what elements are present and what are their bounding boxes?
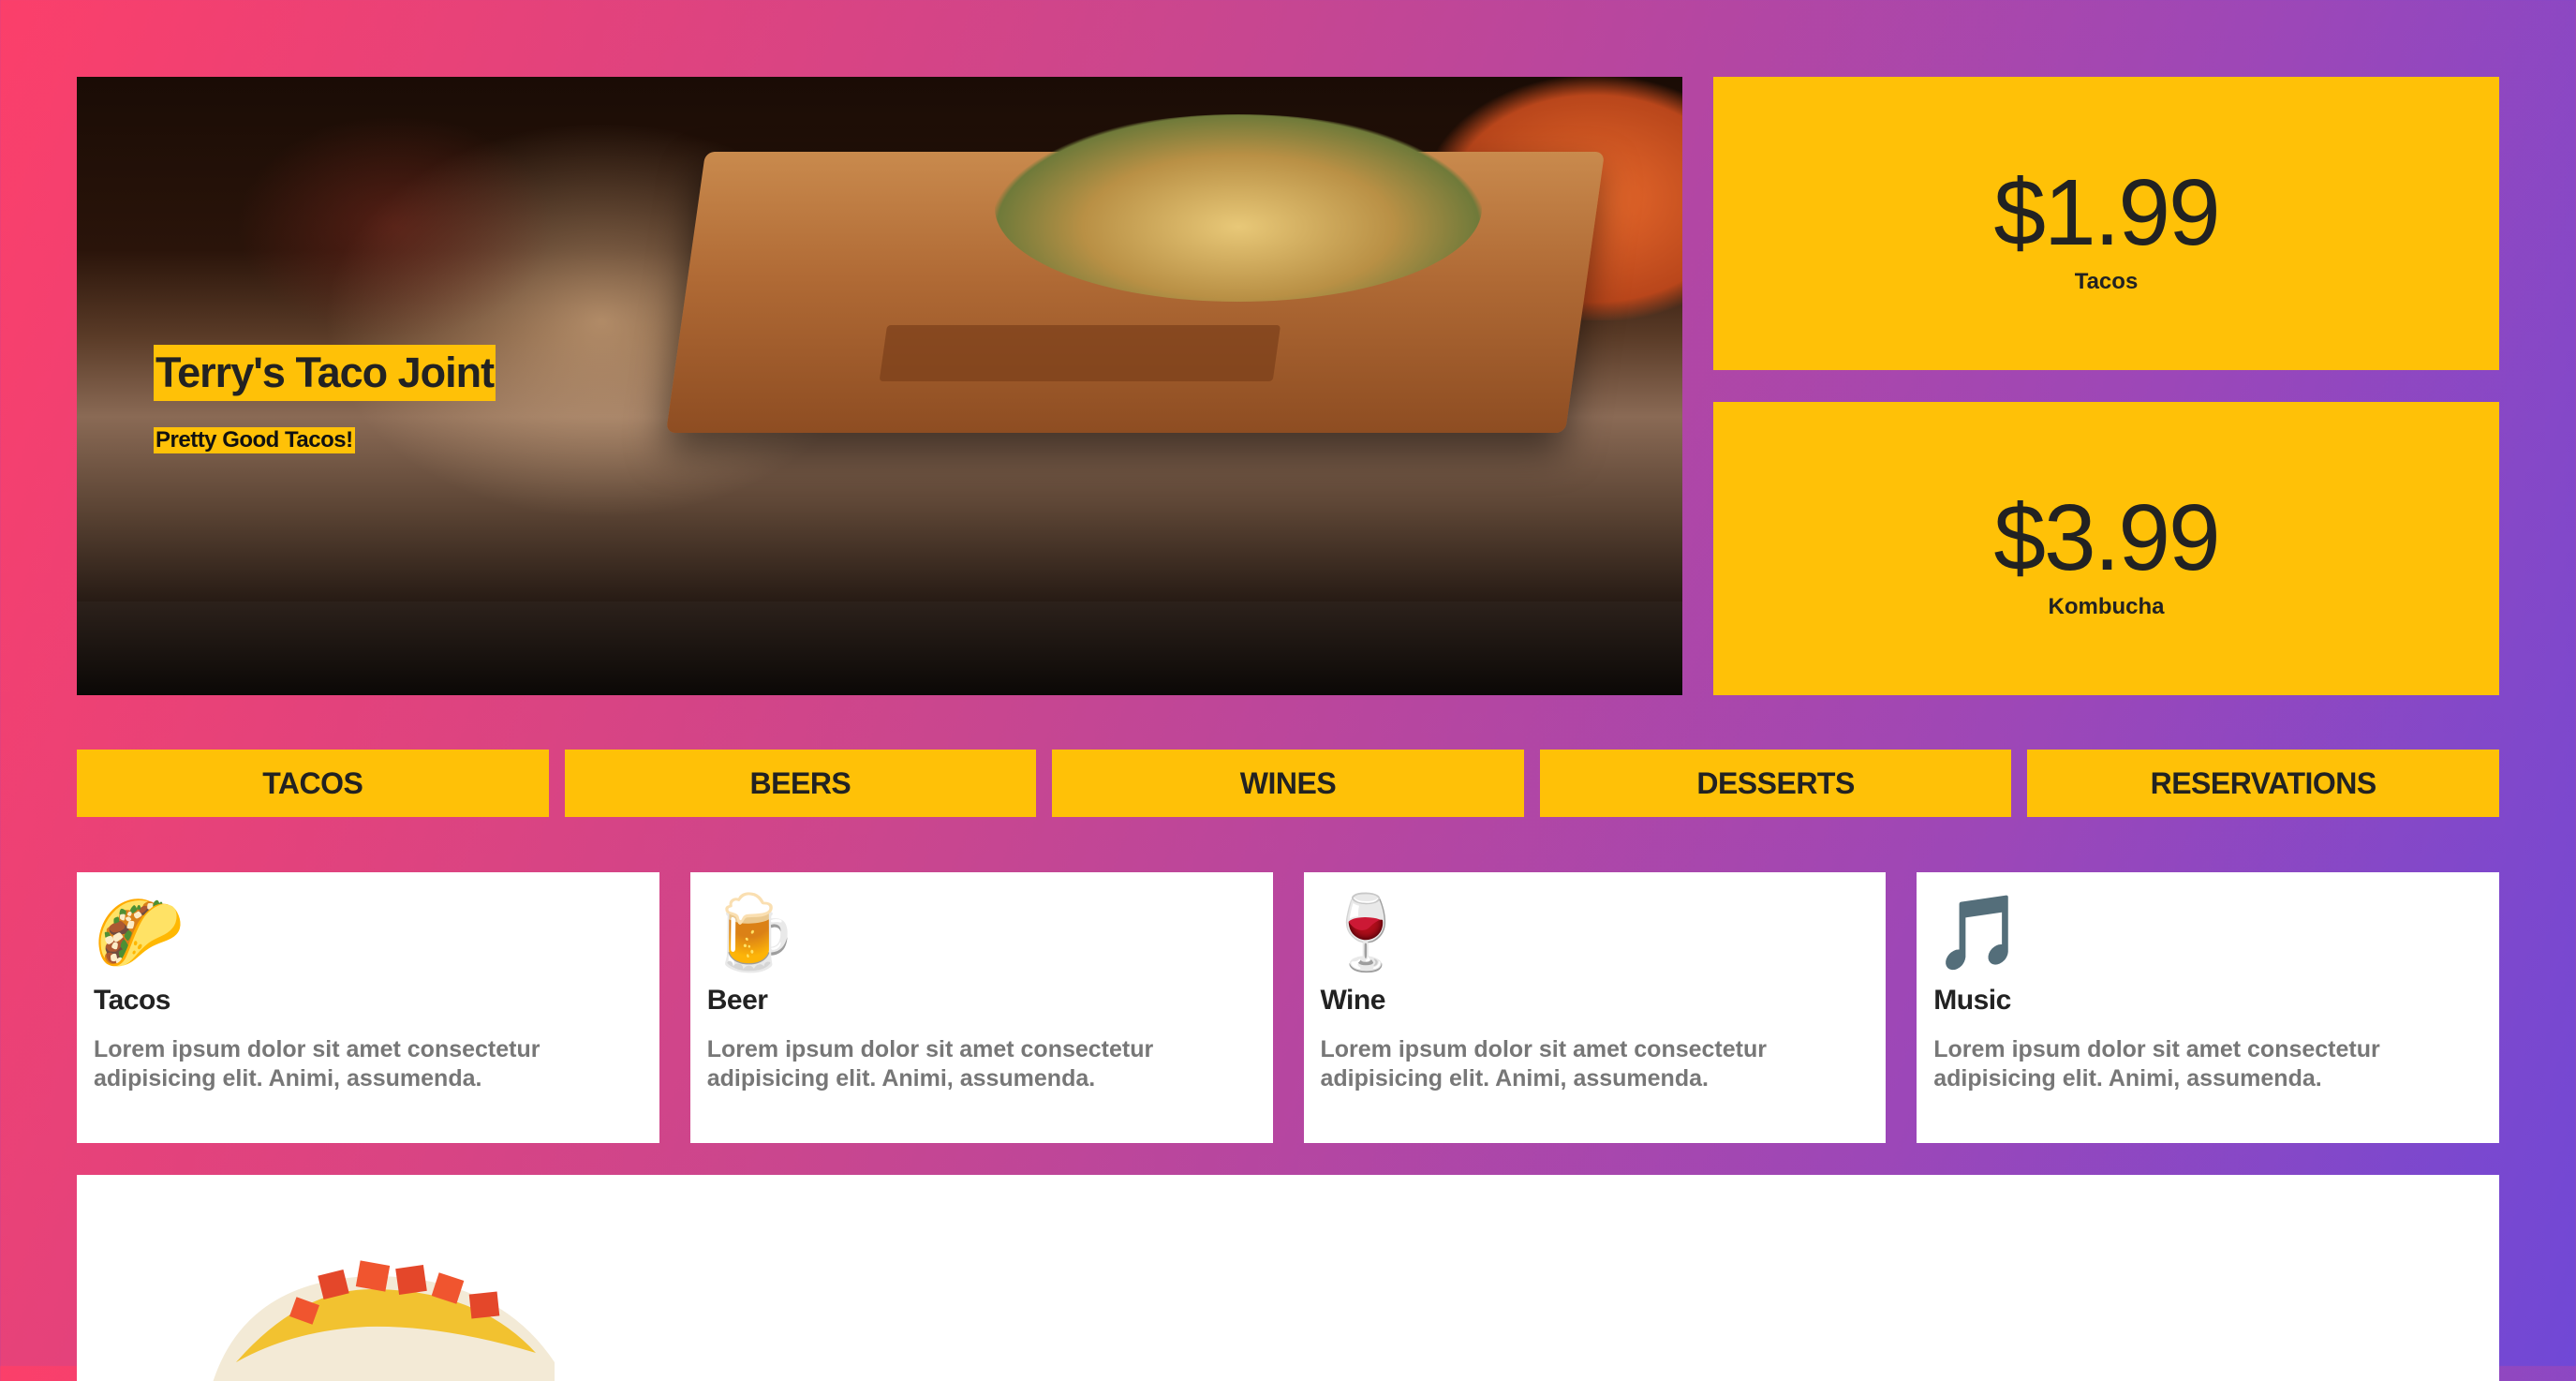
price-amount: $3.99 [1993,485,2220,590]
main-nav: TACOS BEERS WINES DESSERTS RESERVATIONS [77,750,2499,817]
wine-icon: 🍷 [1320,891,1412,973]
feature-card-wine: 🍷 Wine Lorem ipsum dolor sit amet consec… [1303,872,1887,1143]
hero-subtitle: Pretty Good Tacos! [154,427,355,453]
nav-item-beers[interactable]: BEERS [564,750,1037,817]
nav-item-tacos[interactable]: TACOS [77,750,549,817]
feature-description: Lorem ipsum dolor sit amet consectetur a… [94,1036,540,1091]
price-amount: $1.99 [1993,160,2220,265]
feature-title: Music [1933,985,2011,1016]
feature-cards: 🌮 Tacos Lorem ipsum dolor sit amet conse… [77,872,2499,1143]
beer-icon: 🍺 [706,891,798,973]
price-card-tacos: $1.99 Tacos [1713,77,2499,370]
taco-image [213,1260,555,1381]
hero-title: Terry's Taco Joint [154,345,496,402]
nav-item-reservations[interactable]: RESERVATIONS [2027,750,2499,817]
feature-title: Tacos [94,985,170,1016]
feature-card-tacos: 🌮 Tacos Lorem ipsum dolor sit amet conse… [77,872,659,1143]
feature-card-beer: 🍺 Beer Lorem ipsum dolor sit amet consec… [689,872,1273,1143]
price-card-kombucha: $3.99 Kombucha [1713,402,2499,695]
hero-banner: Terry's Taco Joint Pretty Good Tacos! [77,77,1682,695]
feature-card-music: 🎵 Music Lorem ipsum dolor sit amet conse… [1917,872,2499,1143]
feature-title: Beer [706,985,768,1016]
feature-description: Lorem ipsum dolor sit amet consectetur a… [1933,1036,2380,1091]
hero-photo-background [236,114,555,339]
taco-icon: 🌮 [94,891,185,973]
nav-item-desserts[interactable]: DESSERTS [1539,750,2012,817]
feature-description: Lorem ipsum dolor sit amet consectetur a… [706,1036,1154,1091]
gallery-section [77,1175,2499,1381]
feature-description: Lorem ipsum dolor sit amet consectetur a… [1320,1036,1768,1091]
hero-photo-taco [995,114,1482,302]
price-label: Tacos [2074,269,2139,294]
hero-photo-counter [77,601,1682,695]
feature-title: Wine [1320,985,1386,1016]
price-label: Kombucha [2048,594,2165,619]
music-icon: 🎵 [1933,891,2025,973]
nav-item-wines[interactable]: WINES [1052,750,1524,817]
